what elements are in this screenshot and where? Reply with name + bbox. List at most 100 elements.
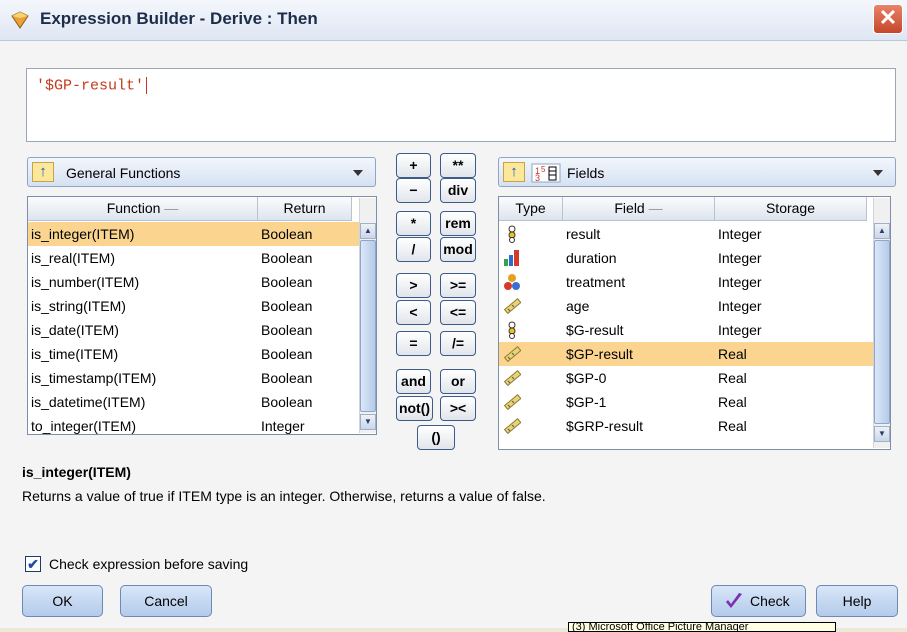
field-row[interactable]: $GP-0 Real xyxy=(499,366,890,390)
function-name: is_real(ITEM) xyxy=(31,250,116,266)
or-operator-button[interactable]: or xyxy=(440,369,476,394)
field-row[interactable]: $GRP-result Real xyxy=(499,414,890,438)
continuous-icon xyxy=(503,369,522,387)
window-title: Expression Builder - Derive : Then xyxy=(40,9,318,28)
not-equals-button[interactable]: /= xyxy=(440,331,476,356)
greater-than-button[interactable]: > xyxy=(396,273,431,298)
field-row[interactable]: $G-result Integer xyxy=(499,318,890,342)
field-list[interactable]: Type Field — Storage result Integer durati… xyxy=(498,196,891,450)
function-name: is_timestamp(ITEM) xyxy=(31,370,157,386)
field-row[interactable]: result Integer xyxy=(499,222,890,246)
svg-text:5: 5 xyxy=(541,165,546,174)
chevron-down-icon xyxy=(353,170,363,176)
function-row[interactable]: is_real(ITEM) Boolean xyxy=(28,246,376,270)
column-header-field[interactable]: Field — xyxy=(563,197,715,221)
help-button[interactable]: Help xyxy=(816,585,898,617)
field-row[interactable]: $GP-result Real xyxy=(499,342,890,366)
scroll-down-icon[interactable]: ▼ xyxy=(874,426,890,442)
scroll-down-icon[interactable]: ▼ xyxy=(360,414,376,430)
function-row[interactable]: is_number(ITEM) Boolean xyxy=(28,270,376,294)
check-expression-label[interactable]: Check expression before saving xyxy=(49,556,248,572)
field-name: duration xyxy=(566,250,617,266)
expression-editor[interactable]: '$GP-result' xyxy=(26,68,896,142)
dialog-body: '$GP-result' ↑ General Functions Functio… xyxy=(0,41,907,628)
function-category-dropdown[interactable]: ↑ General Functions xyxy=(27,157,376,187)
column-header-type[interactable]: Type xyxy=(499,197,563,221)
field-name: result xyxy=(566,226,601,242)
svg-text:3: 3 xyxy=(535,173,540,183)
field-storage: Real xyxy=(718,346,747,362)
function-name: is_time(ITEM) xyxy=(31,346,119,362)
less-than-button[interactable]: < xyxy=(396,300,431,325)
up-arrow-icon[interactable]: ↑ xyxy=(503,162,525,182)
checkmark-icon xyxy=(726,593,742,608)
field-name: age xyxy=(566,298,590,314)
function-row[interactable]: is_time(ITEM) Boolean xyxy=(28,342,376,366)
plus-operator-button[interactable]: + xyxy=(396,153,431,178)
function-row[interactable]: is_datetime(ITEM) Boolean xyxy=(28,390,376,414)
parentheses-button[interactable]: () xyxy=(417,425,455,450)
field-row[interactable]: treatment Integer xyxy=(499,270,890,294)
and-operator-button[interactable]: and xyxy=(396,369,431,394)
function-list-scrollbar[interactable]: ▲ ▼ xyxy=(359,198,376,433)
continuous-icon xyxy=(503,417,522,435)
function-name: is_datetime(ITEM) xyxy=(31,394,146,410)
flag-icon xyxy=(503,225,521,243)
function-row[interactable]: is_date(ITEM) Boolean xyxy=(28,318,376,342)
field-list-scrollbar[interactable]: ▲ ▼ xyxy=(873,198,890,448)
up-arrow-icon[interactable]: ↑ xyxy=(32,162,54,182)
function-return-type: Boolean xyxy=(261,298,313,314)
cancel-button[interactable]: Cancel xyxy=(120,585,212,617)
scroll-up-icon[interactable]: ▲ xyxy=(360,223,376,239)
field-row[interactable]: $GP-1 Real xyxy=(499,390,890,414)
field-name: $GP-0 xyxy=(566,370,607,386)
join-operator-button[interactable]: >< xyxy=(440,396,476,421)
times-operator-button[interactable]: * xyxy=(396,211,431,236)
ok-button[interactable]: OK xyxy=(22,585,103,617)
scroll-thumb[interactable] xyxy=(874,240,890,424)
function-return-type: Boolean xyxy=(261,346,313,362)
field-storage: Integer xyxy=(718,250,762,266)
power-operator-button[interactable]: ** xyxy=(440,153,476,178)
rem-operator-button[interactable]: rem xyxy=(440,211,476,236)
divide-operator-button[interactable]: / xyxy=(396,237,431,262)
function-description-title: is_integer(ITEM) xyxy=(22,464,131,480)
function-row[interactable]: is_integer(ITEM) Boolean xyxy=(28,222,376,246)
close-button[interactable]: ✕ xyxy=(873,4,903,34)
scroll-up-icon[interactable]: ▲ xyxy=(874,223,890,239)
field-storage: Real xyxy=(718,370,747,386)
ordinal-icon xyxy=(503,249,521,267)
minus-operator-button[interactable]: − xyxy=(396,178,431,203)
check-expression-checkbox[interactable]: ✔ xyxy=(25,556,41,572)
div-operator-button[interactable]: div xyxy=(440,178,476,203)
mod-operator-button[interactable]: mod xyxy=(440,237,476,262)
function-row[interactable]: is_string(ITEM) Boolean xyxy=(28,294,376,318)
field-storage: Integer xyxy=(718,274,762,290)
function-return-type: Boolean xyxy=(261,394,313,410)
field-row[interactable]: duration Integer xyxy=(499,246,890,270)
function-row[interactable]: is_timestamp(ITEM) Boolean xyxy=(28,366,376,390)
column-header-function[interactable]: Function — xyxy=(28,197,258,221)
function-return-type: Boolean xyxy=(261,274,313,290)
field-storage: Integer xyxy=(718,322,762,338)
greater-equal-button[interactable]: >= xyxy=(440,273,476,298)
flag-icon xyxy=(503,321,521,339)
expression-text: '$GP-result' xyxy=(36,77,145,95)
field-category-dropdown[interactable]: ↑ 1 5 3 Fields xyxy=(498,157,896,187)
equals-button[interactable]: = xyxy=(396,331,431,356)
field-list-icon: 1 5 3 xyxy=(531,163,561,183)
column-header-return[interactable]: Return xyxy=(258,197,352,221)
field-storage: Integer xyxy=(718,226,762,242)
less-equal-button[interactable]: <= xyxy=(440,300,476,325)
not-operator-button[interactable]: not() xyxy=(396,396,433,421)
function-list[interactable]: Function — Return is_integer(ITEM) Boolea… xyxy=(27,196,377,435)
function-name: is_integer(ITEM) xyxy=(31,226,135,242)
nominal-icon xyxy=(503,273,521,291)
chevron-down-icon xyxy=(873,170,883,176)
expression-builder-icon xyxy=(11,11,29,29)
check-button[interactable]: Check xyxy=(711,585,806,617)
scroll-thumb[interactable] xyxy=(360,240,376,412)
function-row[interactable]: to_integer(ITEM) Integer xyxy=(28,414,376,434)
field-row[interactable]: age Integer xyxy=(499,294,890,318)
column-header-storage[interactable]: Storage xyxy=(715,197,867,221)
